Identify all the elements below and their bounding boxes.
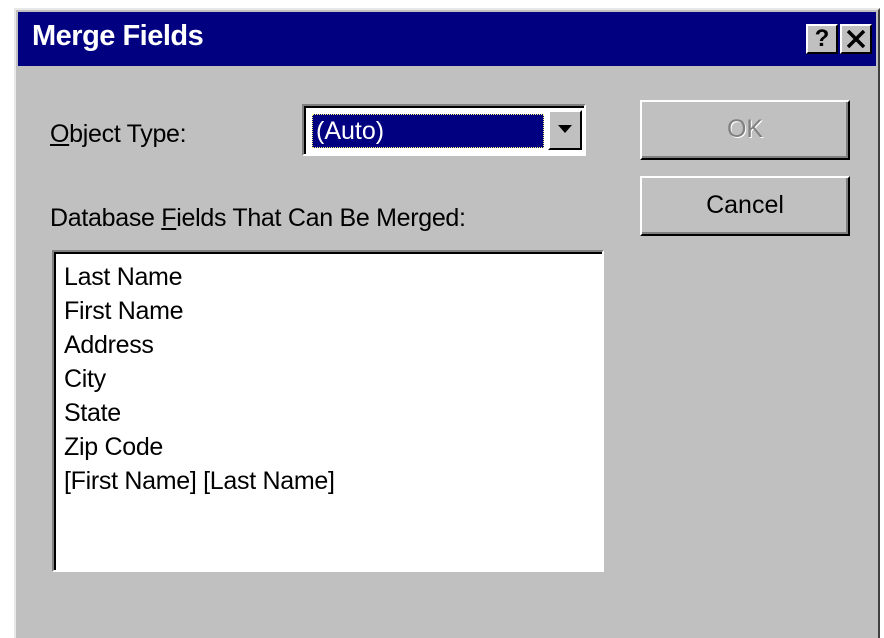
title-bar[interactable]: Merge Fields ? bbox=[18, 12, 876, 66]
close-icon bbox=[846, 30, 866, 48]
object-type-dropdown-button[interactable] bbox=[548, 110, 582, 150]
field-list-item[interactable]: Zip Code bbox=[64, 430, 602, 464]
field-list-item[interactable]: State bbox=[64, 396, 602, 430]
close-button[interactable] bbox=[840, 24, 872, 54]
field-list-item[interactable]: Address bbox=[64, 328, 602, 362]
field-list-item[interactable]: First Name bbox=[64, 294, 602, 328]
object-type-mnemonic: O bbox=[50, 120, 70, 148]
database-fields-list-inner: Last Name First Name Address City State Zip C… bbox=[54, 252, 602, 570]
object-type-label: Object Type: bbox=[50, 120, 187, 149]
field-list-item[interactable]: City bbox=[64, 362, 602, 396]
dropdown-arrow-icon bbox=[558, 125, 572, 133]
object-type-select-frame: (Auto) bbox=[304, 106, 584, 154]
ok-button[interactable]: OK bbox=[640, 100, 850, 160]
object-type-value[interactable]: (Auto) bbox=[312, 114, 544, 148]
database-fields-label: Database Fields That Can Be Merged: bbox=[50, 204, 466, 233]
merge-fields-dialog: Merge Fields ? Object Type: (Auto) OK Ca… bbox=[14, 8, 880, 638]
object-type-select[interactable]: (Auto) bbox=[302, 104, 586, 156]
field-list-item[interactable]: [First Name] [Last Name] bbox=[64, 464, 602, 498]
database-fields-label-start: Database bbox=[50, 204, 162, 232]
dialog-title: Merge Fields bbox=[32, 20, 204, 52]
cancel-button[interactable]: Cancel bbox=[640, 176, 850, 236]
database-fields-label-end: ields That Can Be Merged: bbox=[176, 204, 466, 232]
object-type-label-text: bject Type: bbox=[69, 120, 187, 148]
field-list-item[interactable]: Last Name bbox=[64, 260, 602, 294]
database-fields-list[interactable]: Last Name First Name Address City State Zip C… bbox=[52, 250, 604, 572]
help-button[interactable]: ? bbox=[806, 24, 838, 54]
database-fields-mnemonic: F bbox=[161, 204, 177, 232]
